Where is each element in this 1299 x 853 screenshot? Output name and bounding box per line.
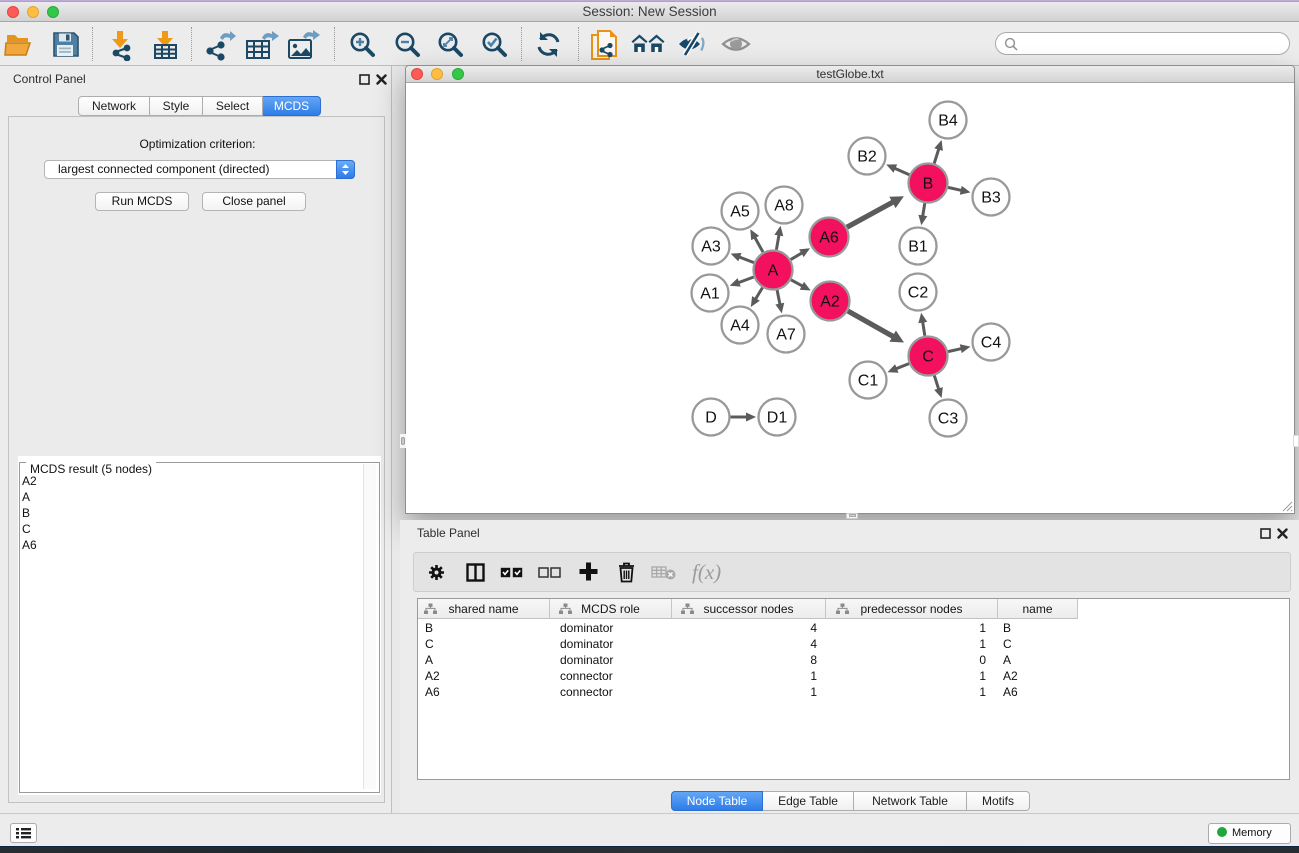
svg-text:A1: A1: [700, 286, 720, 303]
svg-text:C1: C1: [858, 373, 879, 390]
svg-text:C: C: [922, 349, 934, 366]
svg-text:B3: B3: [981, 190, 1001, 207]
svg-text:B1: B1: [908, 239, 928, 256]
svg-text:B4: B4: [938, 113, 958, 130]
svg-text:C2: C2: [908, 285, 929, 302]
svg-text:A: A: [768, 263, 779, 280]
svg-text:A6: A6: [819, 230, 839, 247]
svg-text:A7: A7: [776, 327, 796, 344]
svg-text:D1: D1: [767, 410, 788, 427]
svg-text:D: D: [705, 410, 717, 427]
svg-text:B2: B2: [857, 149, 877, 166]
svg-text:A2: A2: [820, 294, 840, 311]
svg-text:A3: A3: [701, 239, 721, 256]
svg-text:A5: A5: [730, 204, 750, 221]
svg-text:C3: C3: [938, 411, 959, 428]
svg-text:A8: A8: [774, 198, 794, 215]
svg-text:A4: A4: [730, 318, 750, 335]
svg-text:B: B: [923, 176, 934, 193]
svg-text:C4: C4: [981, 335, 1002, 352]
